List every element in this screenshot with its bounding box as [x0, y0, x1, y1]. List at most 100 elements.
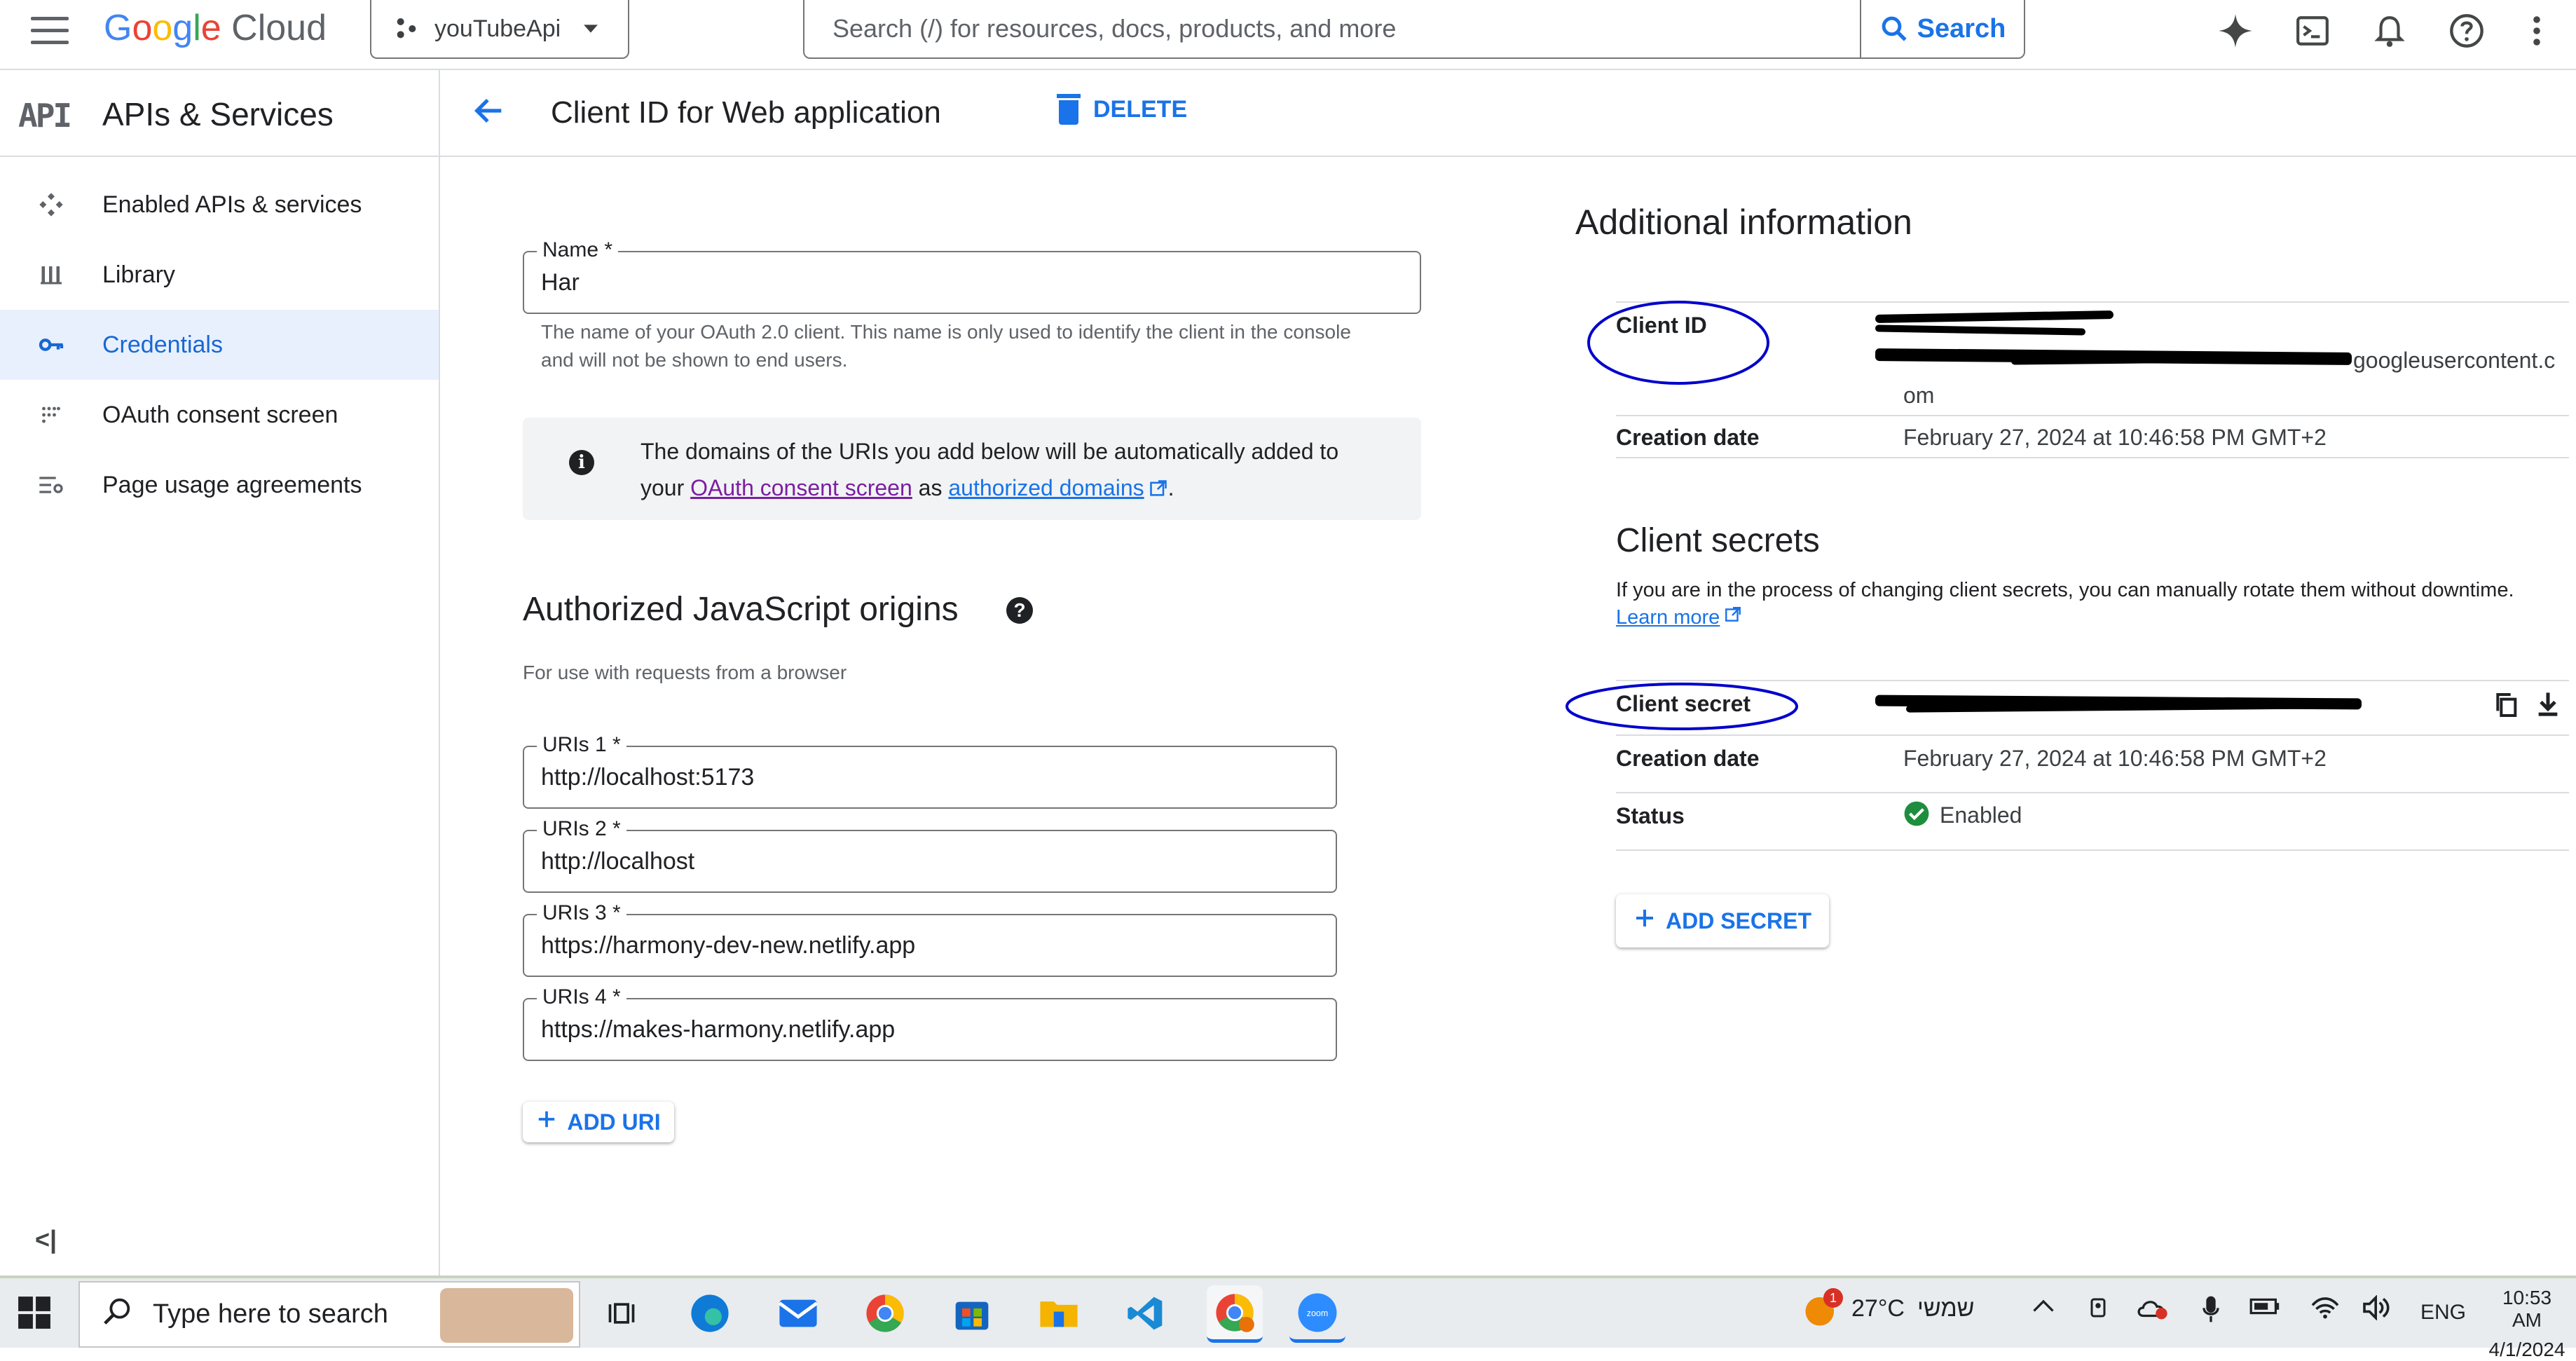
- divider: [1616, 792, 2569, 793]
- more-vert-icon[interactable]: [2523, 10, 2551, 52]
- camera-tray-icon[interactable]: [2087, 1295, 2109, 1327]
- divider: [1616, 849, 2569, 851]
- status-text: Enabled: [1940, 802, 2022, 828]
- sidebar-title: APIs & Services: [102, 96, 334, 132]
- uri-field-3[interactable]: URIs 3 * https://harmony-dev-new.netlify…: [523, 901, 1337, 977]
- task-view-icon[interactable]: [598, 1291, 645, 1336]
- uri-field-value[interactable]: http://localhost:5173: [541, 764, 754, 791]
- status-label: Status: [1616, 803, 1685, 828]
- logo-letter: g: [172, 8, 193, 48]
- uri-field-2[interactable]: URIs 2 * http://localhost: [523, 817, 1337, 893]
- search-icon: [101, 1295, 133, 1334]
- info-text-mid: as: [912, 475, 949, 500]
- search-button-label: Search: [1917, 13, 2006, 43]
- weather-temp: 27°C: [1851, 1295, 1905, 1322]
- cloud-shell-icon[interactable]: [2291, 10, 2334, 52]
- origins-help-text: For use with requests from a browser: [523, 662, 847, 683]
- sidebar-item-page-usage[interactable]: Page usage agreements: [0, 450, 439, 520]
- page-title: Client ID for Web application: [551, 95, 941, 130]
- info-banner: i The domains of the URIs you add below …: [523, 418, 1421, 520]
- add-secret-button[interactable]: ADD SECRET: [1616, 894, 1829, 948]
- onedrive-error-icon[interactable]: [2136, 1295, 2171, 1327]
- notifications-bell-icon[interactable]: [2369, 10, 2411, 52]
- name-field-label: Name *: [537, 238, 619, 262]
- oauth-consent-screen-link[interactable]: OAuth consent screen: [690, 475, 912, 500]
- uri-field-1[interactable]: URIs 1 * http://localhost:5173: [523, 733, 1337, 809]
- divider: [1616, 415, 2569, 416]
- name-field[interactable]: Name * Har: [523, 238, 1421, 314]
- uri-field-value[interactable]: https://makes-harmony.netlify.app: [541, 1016, 895, 1044]
- weather-icon[interactable]: 1: [1802, 1288, 1843, 1332]
- authorized-domains-link[interactable]: authorized domains: [948, 475, 1144, 500]
- help-question-icon[interactable]: ?: [1006, 597, 1033, 624]
- wifi-icon[interactable]: [2310, 1295, 2341, 1327]
- windows-start-icon[interactable]: [17, 1295, 52, 1334]
- uri-field-label: URIs 1 *: [537, 733, 626, 757]
- mail-icon[interactable]: [775, 1291, 821, 1336]
- add-uri-button[interactable]: ADD URI: [523, 1102, 674, 1142]
- plus-icon: [1633, 907, 1656, 935]
- search-highlight-image: [440, 1288, 573, 1343]
- name-field-value[interactable]: Har: [541, 269, 580, 296]
- copy-icon[interactable]: [2492, 691, 2520, 723]
- file-explorer-icon[interactable]: [1036, 1291, 1082, 1336]
- volume-icon[interactable]: [2362, 1294, 2392, 1327]
- google-cloud-logo[interactable]: Google Cloud: [104, 7, 327, 49]
- search-button[interactable]: Search: [1860, 0, 2024, 57]
- download-icon[interactable]: [2534, 690, 2562, 723]
- info-text-suffix: .: [1167, 475, 1174, 500]
- logo-cloud: Cloud: [231, 8, 327, 48]
- add-uri-label: ADD URI: [567, 1109, 661, 1135]
- weather-condition: שמשי: [1917, 1295, 1975, 1322]
- sidebar-item-credentials[interactable]: Credentials: [0, 310, 439, 380]
- taskbar-search[interactable]: Type here to search: [78, 1281, 580, 1348]
- clock-time: 10:53 AM: [2502, 1287, 2552, 1331]
- chrome-icon[interactable]: [862, 1291, 908, 1336]
- project-picker[interactable]: youTubeApi: [370, 0, 629, 59]
- input-language[interactable]: ENG: [2420, 1301, 2466, 1325]
- redacted-scribble: [1875, 324, 2086, 336]
- secret-creation-date-label: Creation date: [1616, 746, 1760, 771]
- clock[interactable]: 10:53 AM 4/1/2024: [2486, 1287, 2568, 1361]
- battery-icon[interactable]: [2249, 1295, 2282, 1324]
- uri-field-value[interactable]: https://harmony-dev-new.netlify.app: [541, 932, 915, 959]
- collapse-sidebar-icon[interactable]: <|: [35, 1225, 57, 1254]
- main-menu-icon[interactable]: [31, 17, 69, 45]
- zoom-icon-label: zoom: [1307, 1308, 1329, 1318]
- uri-field-4[interactable]: URIs 4 * https://makes-harmony.netlify.a…: [523, 985, 1337, 1061]
- sidebar-item-library[interactable]: Library: [0, 240, 439, 310]
- uri-field-value[interactable]: http://localhost: [541, 848, 694, 875]
- project-icon: [397, 18, 416, 39]
- client-id-value: googleusercontent.c: [2353, 348, 2556, 373]
- microphone-icon[interactable]: [2200, 1295, 2221, 1329]
- gemini-icon[interactable]: [2214, 10, 2256, 52]
- sidebar: API APIs & Services Enabled APIs & servi…: [0, 70, 440, 1275]
- chrome-profile-icon[interactable]: [1207, 1285, 1263, 1343]
- dropdown-arrow-icon: [584, 25, 598, 33]
- sidebar-item-oauth-consent[interactable]: OAuth consent screen: [0, 380, 439, 450]
- delete-button[interactable]: DELETE: [1057, 94, 1187, 125]
- name-help-text: The name of your OAuth 2.0 client. This …: [541, 321, 1351, 371]
- sidebar-item-enabled-apis[interactable]: Enabled APIs & services: [0, 170, 439, 240]
- client-id-value-tail: om: [1903, 383, 1935, 408]
- search-input[interactable]: Search (/) for resources, docs, products…: [804, 14, 1860, 43]
- external-link-icon: [1149, 472, 1168, 509]
- logo-letter: o: [132, 8, 153, 48]
- learn-more-link[interactable]: Learn more: [1616, 606, 1742, 629]
- uri-field-label: URIs 2 *: [537, 817, 626, 841]
- zoom-app-icon[interactable]: zoom: [1289, 1285, 1345, 1343]
- trash-icon: [1057, 94, 1081, 125]
- top-bar: Google Cloud youTubeApi Search (/) for r…: [0, 0, 2576, 70]
- external-link-icon: [1724, 606, 1742, 629]
- show-hidden-icons-chevron[interactable]: [2031, 1295, 2056, 1322]
- edge-browser-icon[interactable]: [687, 1291, 733, 1336]
- vscode-icon[interactable]: [1123, 1291, 1169, 1336]
- delete-label: DELETE: [1093, 95, 1188, 123]
- help-icon[interactable]: [2446, 10, 2488, 52]
- weather-badge: 1: [1823, 1288, 1843, 1308]
- microsoft-store-icon[interactable]: [949, 1291, 995, 1336]
- search-bar[interactable]: Search (/) for resources, docs, products…: [803, 0, 2025, 59]
- taskbar-search-input[interactable]: Type here to search: [153, 1299, 388, 1329]
- back-arrow-icon[interactable]: [471, 93, 507, 138]
- project-name: youTubeApi: [434, 15, 561, 42]
